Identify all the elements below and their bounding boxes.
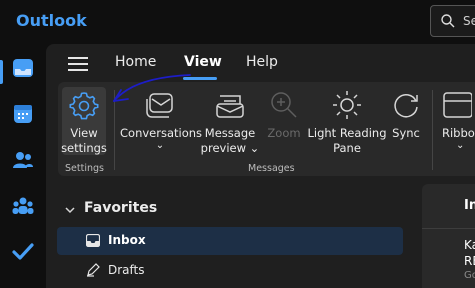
folder-label-drafts: Drafts [108, 263, 145, 277]
settings-group-label: Settings [65, 163, 104, 174]
checkmark-icon [12, 243, 34, 260]
app-title[interactable]: Outlook [16, 11, 87, 30]
app-rail [0, 44, 46, 288]
rail-active-indicator [0, 60, 3, 84]
ribbon-divider [114, 90, 115, 170]
message-sender[interactable]: Ka [464, 238, 475, 252]
message-subject: RE [464, 254, 475, 268]
sun-icon [333, 91, 361, 119]
ribbon-icon [443, 92, 472, 118]
view-settings-label-line2: settings [61, 141, 107, 155]
light-reading-pane-label-line2: Pane [333, 141, 361, 155]
search-icon [441, 14, 455, 28]
drafts-icon [87, 263, 100, 277]
message-preview-button[interactable]: Message preview ⌄ [200, 84, 260, 156]
folder-item-inbox[interactable]: Inbox [57, 227, 403, 255]
folder-label-inbox: Inbox [108, 233, 146, 247]
favorites-label: Favorites [84, 200, 158, 216]
hamburger-menu-icon[interactable] [68, 56, 88, 72]
search-placeholder: Se [463, 14, 475, 28]
view-settings-button[interactable]: View settings [60, 84, 108, 156]
tab-view[interactable]: View [184, 54, 222, 70]
message-preview: Go [464, 270, 475, 281]
rail-item-mail[interactable] [0, 50, 46, 86]
inbox-icon [86, 234, 100, 247]
folder-pane: Favorites Inbox Drafts [46, 184, 416, 288]
light-reading-pane-label-line1: Light Reading [307, 126, 387, 140]
view-settings-label-line1: View [70, 126, 98, 140]
messages-group-label: Messages [248, 163, 295, 174]
zoom-in-icon [271, 92, 297, 118]
mail-icon [13, 59, 33, 77]
rail-item-groups[interactable] [0, 188, 46, 224]
ribbon-options-button[interactable]: Ribbo ⌄ [438, 84, 475, 151]
conversations-button[interactable]: Conversations ⌄ [120, 84, 203, 151]
chevron-down-icon: ⌄ [155, 140, 165, 151]
sync-button[interactable]: Sync [386, 84, 426, 141]
zoom-label: Zoom [267, 126, 301, 140]
rail-item-people[interactable] [0, 142, 46, 178]
ribbon-divider [432, 90, 433, 170]
tab-help[interactable]: Help [246, 54, 278, 70]
folder-item-drafts[interactable]: Drafts [57, 257, 403, 285]
ribbon-options-label: Ribbo [442, 126, 475, 140]
search-box[interactable]: Se [430, 5, 475, 37]
chevron-down-icon: ⌄ [456, 140, 465, 151]
message-list-separator [422, 228, 475, 229]
top-bar: Outlook Se [0, 0, 475, 44]
sync-icon [394, 94, 418, 118]
message-preview-icon [216, 95, 244, 118]
tab-home[interactable]: Home [115, 54, 156, 70]
light-reading-pane-button[interactable]: Light Reading Pane [306, 84, 388, 156]
message-preview-label-line1: Message [204, 126, 256, 140]
groups-icon [12, 197, 34, 214]
sync-label: Sync [392, 126, 420, 140]
calendar-icon [14, 105, 32, 123]
gear-icon [69, 92, 99, 120]
rail-item-calendar[interactable] [0, 96, 46, 132]
message-list-pane: In Ka RE Go [422, 184, 475, 288]
message-list-header: In [464, 198, 475, 213]
conversation-icon [146, 93, 173, 118]
zoom-button[interactable]: Zoom [264, 84, 304, 141]
active-tab-indicator [183, 77, 217, 80]
ribbon: View settings Settings Conversations ⌄ M… [58, 82, 475, 176]
conversations-label: Conversations [120, 126, 203, 140]
chevron-down-icon [65, 207, 75, 214]
rail-item-todo[interactable] [0, 234, 46, 270]
main-content: Home View Help View settings Settings Co… [46, 44, 475, 288]
message-preview-label-line2: preview ⌄ [200, 141, 260, 155]
people-icon [13, 152, 33, 168]
message-preview-label-line2-text: preview [200, 141, 247, 155]
